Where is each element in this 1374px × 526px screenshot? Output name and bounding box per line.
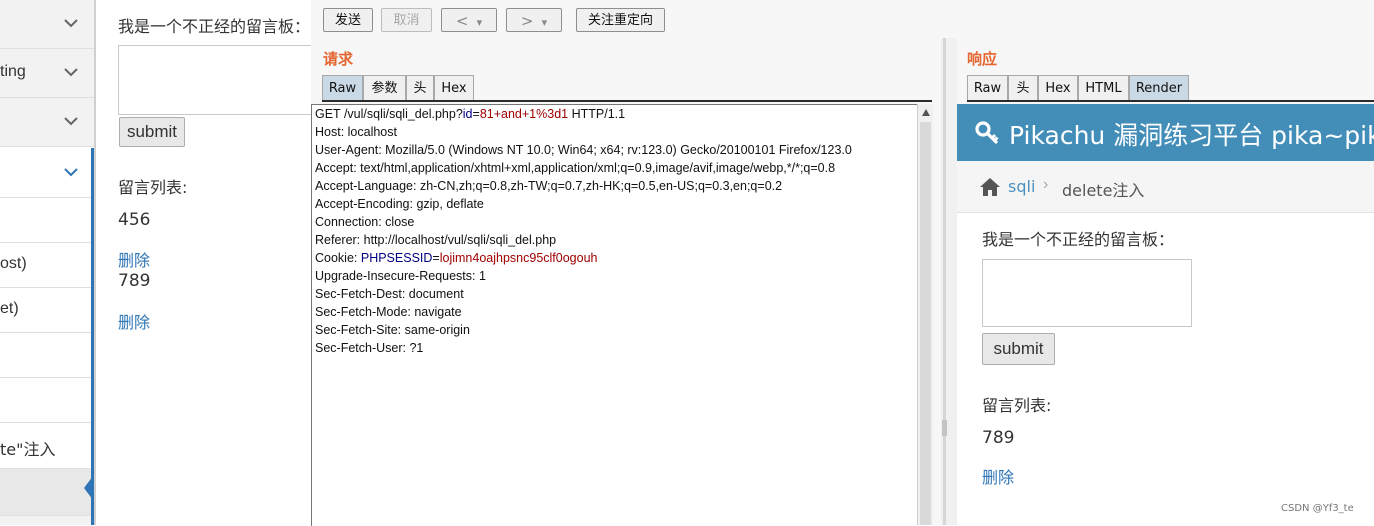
cookie-name: PHPSESSID (360, 251, 433, 265)
list-label: 留言列表: (118, 178, 188, 197)
sidebar-item[interactable] (0, 0, 94, 49)
header-line: Sec-Fetch-Site: same-origin (315, 323, 470, 337)
splitter-grip[interactable] (942, 420, 947, 436)
delete-link[interactable]: 删除 (118, 309, 150, 333)
watermark: CSDN @Yf3_te (1281, 503, 1354, 514)
dropdown-icon: ▾ (476, 16, 483, 29)
tab-hex[interactable]: Hex (434, 75, 474, 100)
delete-link[interactable]: 删除 (118, 247, 150, 271)
header-line: User-Agent: Mozilla/5.0 (Windows NT 10.0… (315, 143, 852, 157)
sidebar-item-label: ting (0, 63, 26, 80)
background-page: 我是一个不正经的留言板： submit 留言列表: 456 删除 789 删除 (96, 0, 320, 525)
header-line: Upgrade-Insecure-Requests: 1 (315, 269, 486, 283)
board-label: 我是一个不正经的留言板： (982, 230, 1175, 249)
request-editor[interactable]: GET /vul/sqli/sqli_del.php?id=81+and+1%3… (311, 104, 918, 526)
tab-render[interactable]: Render (1129, 75, 1189, 100)
tab-headers[interactable]: 头 (406, 75, 434, 100)
sidebar: ting ost) et) te"注入 (0, 0, 96, 525)
header-line: Accept-Encoding: gzip, deflate (315, 197, 484, 211)
panel-splitter[interactable] (941, 38, 957, 525)
sidebar-active-edge (91, 148, 94, 525)
tab-hex[interactable]: Hex (1038, 75, 1078, 100)
chevron-down-icon[interactable] (62, 112, 80, 130)
board-label: 我是一个不正经的留言板： (118, 17, 311, 36)
breadcrumb-separator: › (1043, 176, 1049, 193)
chevron-down-icon[interactable] (62, 163, 80, 181)
sidebar-item[interactable] (0, 98, 94, 147)
message-text: 789 (982, 428, 1015, 448)
request-line: GET /vul/sqli/sqli_del.php?id=81+and+1%3… (315, 107, 626, 121)
dropdown-icon: ▾ (541, 16, 548, 29)
sidebar-subitem-label: et) (0, 300, 19, 317)
header-line: Referer: http://localhost/vul/sqli/sqli_… (315, 233, 557, 247)
response-title: 响应 (967, 50, 998, 68)
chevron-down-icon[interactable] (62, 14, 80, 32)
message-text: 456 (118, 210, 151, 230)
delete-link[interactable]: 删除 (982, 464, 1014, 488)
sidebar-active-pointer (84, 472, 94, 504)
header-line: Accept-Language: zh-CN,zh;q=0.8,zh-TW;q=… (315, 179, 783, 193)
param-value: 81+and+1%3d1 (479, 107, 569, 121)
chevron-down-icon[interactable] (62, 63, 80, 81)
param-name: id (462, 107, 473, 121)
request-scrollbar[interactable] (917, 104, 933, 525)
tab-underline (322, 100, 932, 102)
sidebar-subitem-delete-active[interactable] (0, 469, 94, 516)
back-arrow-icon: < (455, 12, 469, 30)
response-tabs: Raw 头 Hex HTML Render (967, 75, 1374, 101)
follow-redirect-button[interactable]: 关注重定向 (576, 8, 665, 32)
sidebar-subitem[interactable]: et) (0, 288, 94, 333)
tab-params[interactable]: 参数 (363, 75, 406, 100)
message-textarea[interactable] (118, 45, 320, 115)
header-line: Connection: close (315, 215, 415, 229)
send-button[interactable]: 发送 (323, 8, 373, 32)
breadcrumb-current: delete注入 (1062, 181, 1145, 200)
scroll-up-icon[interactable] (922, 109, 930, 116)
header-line: Sec-Fetch-Dest: document (315, 287, 464, 301)
splitter-bar (943, 38, 946, 525)
list-label: 留言列表: (982, 396, 1052, 415)
scroll-thumb[interactable] (920, 122, 931, 525)
breadcrumb-link-sqli[interactable]: sqli (1008, 177, 1035, 196)
home-icon[interactable] (979, 177, 1001, 197)
site-header: Pikachu 漏洞练习平台 pika~pika~ (957, 104, 1374, 161)
rendered-response: Pikachu 漏洞练习平台 pika~pika~ sqli › delete注… (957, 104, 1374, 525)
header-line: Sec-Fetch-User: ?1 (315, 341, 424, 355)
forward-button[interactable]: > ▾ (506, 8, 562, 32)
submit-button[interactable]: submit (982, 333, 1055, 365)
sidebar-subitem[interactable] (0, 333, 94, 378)
tab-headers[interactable]: 头 (1008, 75, 1038, 100)
sidebar-subitem-label: te"注入 (0, 440, 56, 459)
message-textarea[interactable] (982, 259, 1192, 327)
forward-arrow-icon: > (520, 12, 534, 30)
tab-raw[interactable]: Raw (967, 75, 1008, 100)
tab-underline (967, 100, 1374, 102)
sidebar-item-sqli[interactable] (0, 147, 94, 198)
breadcrumb: sqli › delete注入 (957, 161, 1374, 213)
request-title: 请求 (323, 50, 354, 68)
cookie-line: Cookie: PHPSESSID=lojimn4oajhpsnc95clf0o… (315, 251, 598, 265)
submit-button[interactable]: submit (119, 117, 185, 147)
cancel-button[interactable]: 取消 (381, 8, 432, 32)
sidebar-subitem[interactable] (0, 378, 94, 423)
tab-raw[interactable]: Raw (322, 75, 363, 100)
sidebar-subitem[interactable] (0, 198, 94, 243)
header-line: Host: localhost (315, 125, 397, 139)
back-button[interactable]: < ▾ (441, 8, 497, 32)
site-title: Pikachu 漏洞练习平台 pika~pika~ (1009, 121, 1374, 150)
sidebar-subitem-label: ost) (0, 255, 27, 272)
sidebar-subitem[interactable]: ost) (0, 243, 94, 288)
header-line: Accept: text/html,application/xhtml+xml,… (315, 161, 836, 175)
sidebar-subitem[interactable]: te"注入 (0, 423, 94, 469)
cookie-value: lojimn4oajhpsnc95clf0ogouh (439, 251, 598, 265)
request-tabs: Raw 参数 头 Hex (322, 75, 932, 101)
message-text: 789 (118, 271, 151, 291)
header-line: Sec-Fetch-Mode: navigate (315, 305, 462, 319)
tab-html[interactable]: HTML (1078, 75, 1129, 100)
key-icon (975, 121, 999, 145)
sidebar-item[interactable]: ting (0, 49, 94, 98)
